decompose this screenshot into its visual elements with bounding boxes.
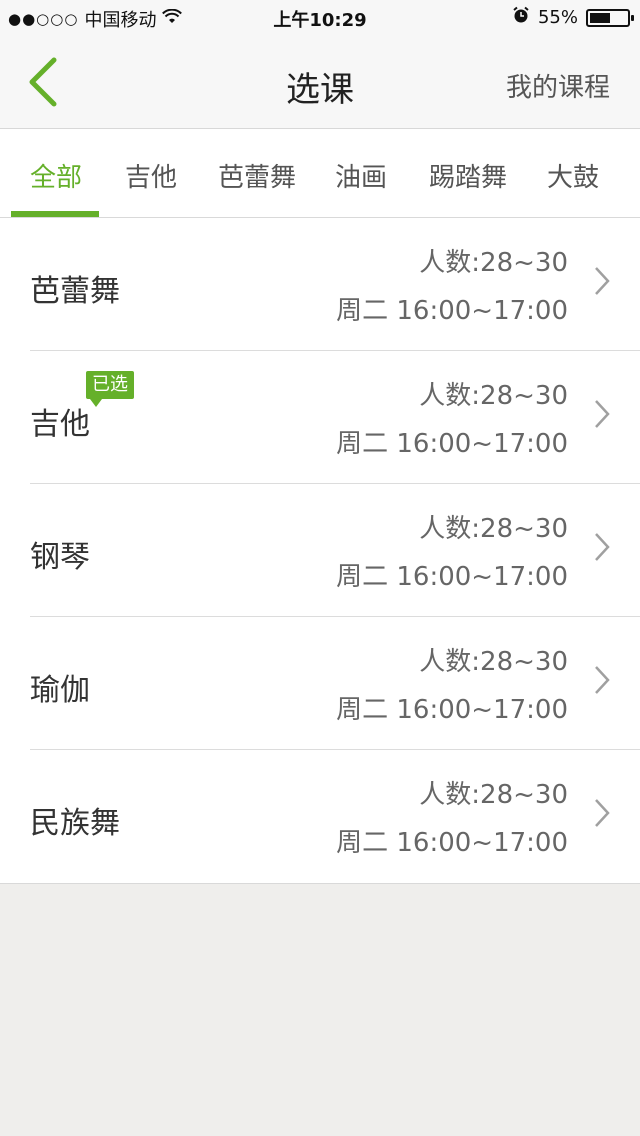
chevron-right-icon [595, 400, 610, 428]
course-time: 周二 16:00~17:00 [336, 296, 568, 326]
battery-percent: 55% [537, 7, 578, 28]
tab-all[interactable]: 全部 [30, 157, 82, 194]
alarm-icon [512, 6, 530, 29]
battery-fill [590, 12, 610, 23]
course-name: 芭蕾舞 [30, 274, 120, 309]
tab-ballet[interactable]: 芭蕾舞 [218, 157, 296, 194]
status-right: 55% [512, 6, 634, 29]
course-name: 瑜伽 [30, 673, 90, 708]
course-row[interactable]: 已选 吉他 人数:28~30 周二 16:00~17:00 [0, 351, 640, 484]
course-capacity: 人数:28~30 [419, 780, 568, 810]
tab-drum[interactable]: 大鼓 [547, 157, 599, 194]
course-time: 周二 16:00~17:00 [336, 429, 568, 459]
tab-tap-dance[interactable]: 踢踏舞 [429, 157, 507, 194]
selected-badge: 已选 [86, 371, 134, 407]
battery-icon [586, 8, 634, 27]
tab-indicator [11, 211, 99, 217]
tab-guitar[interactable]: 吉他 [125, 157, 177, 194]
course-row[interactable]: 瑜伽 人数:28~30 周二 16:00~17:00 [0, 617, 640, 750]
category-tabs: 全部 吉他 芭蕾舞 油画 踢踏舞 大鼓 [0, 129, 640, 218]
chevron-right-icon [595, 799, 610, 827]
course-name: 民族舞 [30, 806, 120, 841]
tab-oil-painting[interactable]: 油画 [335, 157, 387, 194]
course-time: 周二 16:00~17:00 [336, 828, 568, 858]
course-capacity: 人数:28~30 [419, 647, 568, 677]
status-bar: ●●○○○ 中国移动 上午10:29 55% [0, 0, 640, 34]
course-capacity: 人数:28~30 [419, 514, 568, 544]
course-list: 芭蕾舞 人数:28~30 周二 16:00~17:00 已选 吉他 人数:28~… [0, 218, 640, 884]
course-capacity: 人数:28~30 [419, 248, 568, 278]
chevron-right-icon [595, 267, 610, 295]
my-courses-link[interactable]: 我的课程 [506, 67, 610, 104]
course-time: 周二 16:00~17:00 [336, 562, 568, 592]
course-capacity: 人数:28~30 [419, 381, 568, 411]
chevron-right-icon [595, 533, 610, 561]
course-name: 吉他 [30, 407, 90, 442]
course-row[interactable]: 钢琴 人数:28~30 周二 16:00~17:00 [0, 484, 640, 617]
chevron-right-icon [595, 666, 610, 694]
course-row[interactable]: 民族舞 人数:28~30 周二 16:00~17:00 [0, 750, 640, 883]
course-name: 钢琴 [30, 540, 90, 575]
course-row[interactable]: 芭蕾舞 人数:28~30 周二 16:00~17:00 [0, 218, 640, 351]
navigation-bar: 选课 我的课程 [0, 34, 640, 129]
course-time: 周二 16:00~17:00 [336, 695, 568, 725]
